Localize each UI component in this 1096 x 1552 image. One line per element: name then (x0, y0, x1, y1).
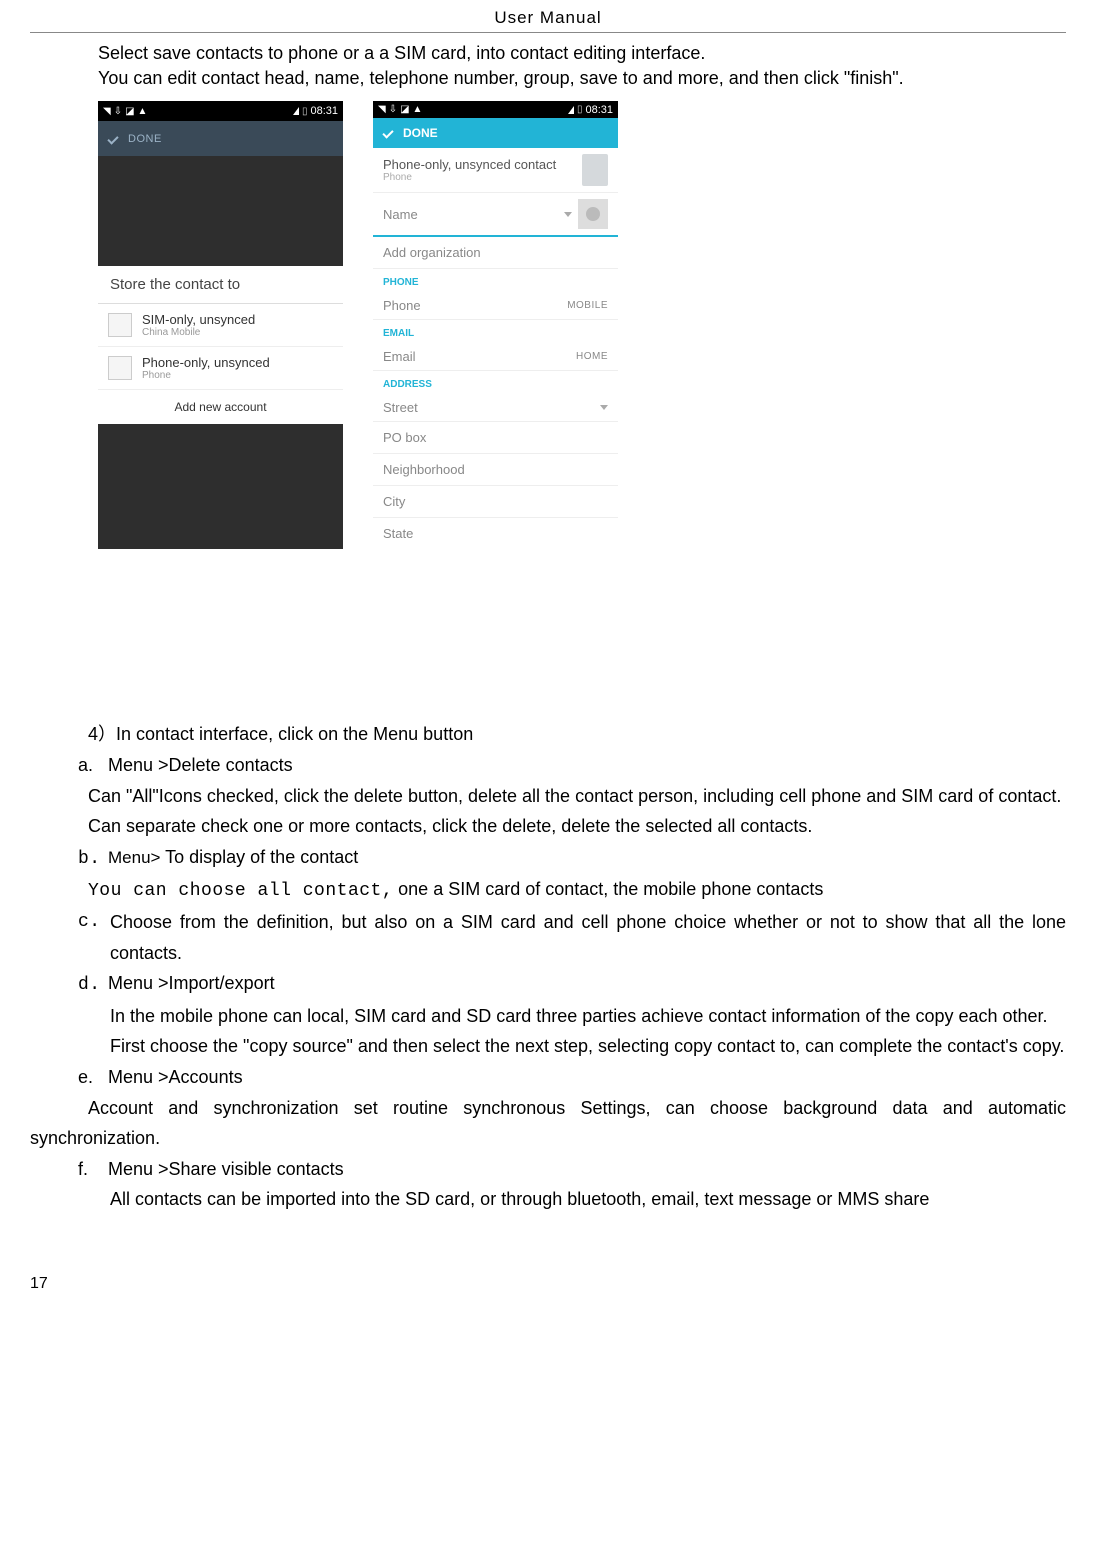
option-sublabel: China Mobile (142, 327, 255, 338)
signal-icon: ◪ (125, 106, 134, 117)
street-input[interactable]: Street (383, 400, 418, 415)
street-field-row[interactable]: Street (373, 394, 618, 422)
city-input[interactable]: City (373, 486, 618, 518)
contact-edit-form: Phone-only, unsynced contact Phone Name … (373, 148, 618, 549)
dialog-option-phone[interactable]: Phone-only, unsynced Phone (98, 347, 343, 390)
phone-screenshot-left: ◥ ⇩ ◪ ▲ ▯ 08:31 DONE Store the contact t… (98, 101, 343, 549)
item-e-body: Account and synchronization set routine … (30, 1093, 1066, 1154)
page-number: 17 (30, 1275, 1066, 1293)
check-icon (381, 126, 395, 140)
phone-field-row[interactable]: Phone MOBILE (373, 292, 618, 320)
name-field-row[interactable]: Name (373, 193, 618, 237)
check-icon (106, 132, 120, 146)
sim-indicator-icon: ▯ (577, 104, 583, 115)
option-label: Phone-only, unsynced (142, 355, 270, 370)
neighborhood-input[interactable]: Neighborhood (373, 454, 618, 486)
item-c: c. Choose from the definition, but also … (78, 907, 1066, 968)
item-a-title: Menu >Delete contacts (108, 755, 293, 775)
avatar-placeholder-icon[interactable] (578, 199, 608, 229)
checkbox-icon[interactable] (108, 356, 132, 380)
cell-signal-icon (293, 107, 299, 115)
add-account-button[interactable]: Add new account (98, 390, 343, 424)
list-marker: a. (78, 750, 108, 781)
item-b-body-pre: You can choose all contact, (88, 881, 393, 901)
document-page: User Manual Select save contacts to phon… (0, 0, 1096, 1323)
pobox-input[interactable]: PO box (373, 422, 618, 454)
warning-icon: ▲ (138, 106, 148, 117)
phone-body: Store the contact to SIM-only, unsynced … (98, 156, 343, 549)
phone-input[interactable]: Phone (383, 298, 421, 313)
wifi-icon: ◥ (378, 104, 386, 115)
item-f-title: Menu >Share visible contacts (108, 1159, 344, 1179)
email-type-selector[interactable]: HOME (576, 351, 608, 362)
item-c-body: Choose from the definition, but also on … (110, 907, 1066, 968)
item-a-body-1: Can "All"Icons checked, click the delete… (30, 781, 1066, 812)
list-marker: d. (78, 970, 108, 1001)
chevron-down-icon[interactable] (600, 405, 608, 410)
name-input[interactable]: Name (383, 207, 418, 222)
list-marker: b. (78, 844, 108, 875)
dialog-title: Store the contact to (98, 266, 343, 304)
item-f: f.Menu >Share visible contacts (78, 1154, 1066, 1185)
item-e: e.Menu >Accounts (78, 1062, 1066, 1093)
item-d-title: Menu >Import/export (108, 973, 275, 993)
item-d-body-1: In the mobile phone can local, SIM card … (110, 1001, 1066, 1032)
dialog-option-sim[interactable]: SIM-only, unsynced China Mobile (98, 304, 343, 347)
section-4-title: 4）In contact interface, click on the Men… (88, 719, 1066, 750)
item-b-body-post: one a SIM card of contact, the mobile ph… (393, 879, 823, 899)
account-label: Phone-only, unsynced contact (383, 157, 556, 172)
email-input[interactable]: Email (383, 349, 416, 364)
item-f-body: All contacts can be imported into the SD… (110, 1184, 1066, 1215)
done-label: DONE (403, 126, 438, 140)
item-a: a.Menu >Delete contacts (78, 750, 1066, 781)
done-action-bar[interactable]: DONE (373, 118, 618, 148)
item-d-body-2: First choose the "copy source" and then … (110, 1031, 1066, 1062)
email-field-row[interactable]: Email HOME (373, 343, 618, 371)
intro-line-1: Select save contacts to phone or a a SIM… (98, 41, 1066, 66)
add-organization-button[interactable]: Add organization (373, 237, 618, 269)
email-section-heading: EMAIL (373, 320, 618, 343)
screenshots-row: ◥ ⇩ ◪ ▲ ▯ 08:31 DONE Store the contact t… (98, 101, 1066, 549)
item-d: d.Menu >Import/export (78, 968, 1066, 1001)
status-bar: ◥ ⇩ ◪ ▲ ▯ 08:31 (98, 101, 343, 121)
phone-screenshot-right: ◥ ⇩ ◪ ▲ ▯ 08:31 DONE Phone-only, un (373, 101, 618, 549)
done-label: DONE (128, 133, 162, 145)
phone-type-selector[interactable]: MOBILE (567, 300, 608, 311)
download-icon: ⇩ (389, 104, 397, 115)
page-header: User Manual (30, 8, 1066, 33)
item-b: b.Menu> To display of the contact (78, 842, 1066, 875)
phone-section-heading: PHONE (373, 269, 618, 292)
phone-device-icon (582, 154, 608, 186)
warning-icon: ▲ (413, 104, 423, 115)
list-marker: c. (78, 907, 110, 968)
checkbox-icon[interactable] (108, 313, 132, 337)
item-b-title-pre: Menu> (108, 848, 160, 867)
done-action-bar[interactable]: DONE (98, 121, 343, 156)
address-section-heading: ADDRESS (373, 371, 618, 394)
signal-icon: ◪ (400, 104, 409, 115)
status-time: 08:31 (585, 104, 613, 116)
download-icon: ⇩ (114, 106, 122, 117)
cell-signal-icon (568, 106, 574, 114)
intro-line-2: You can edit contact head, name, telepho… (98, 66, 1066, 91)
option-label: SIM-only, unsynced (142, 312, 255, 327)
chevron-down-icon[interactable] (564, 212, 572, 217)
account-row[interactable]: Phone-only, unsynced contact Phone (373, 148, 618, 193)
item-b-body: You can choose all contact, one a SIM ca… (88, 874, 1066, 907)
status-bar: ◥ ⇩ ◪ ▲ ▯ 08:31 (373, 101, 618, 118)
list-marker: f. (78, 1154, 108, 1185)
store-contact-dialog: Store the contact to SIM-only, unsynced … (98, 266, 343, 424)
body-text: 4）In contact interface, click on the Men… (30, 719, 1066, 1215)
state-input[interactable]: State (373, 518, 618, 549)
item-a-body-2: Can separate check one or more contacts,… (88, 811, 1066, 842)
item-b-title-post: To display of the contact (160, 847, 358, 867)
account-sublabel: Phone (383, 172, 556, 183)
wifi-icon: ◥ (103, 106, 111, 117)
option-sublabel: Phone (142, 370, 270, 381)
status-time: 08:31 (310, 105, 338, 117)
item-e-title: Menu >Accounts (108, 1067, 243, 1087)
sim-indicator-icon: ▯ (302, 106, 308, 117)
list-marker: e. (78, 1062, 108, 1093)
